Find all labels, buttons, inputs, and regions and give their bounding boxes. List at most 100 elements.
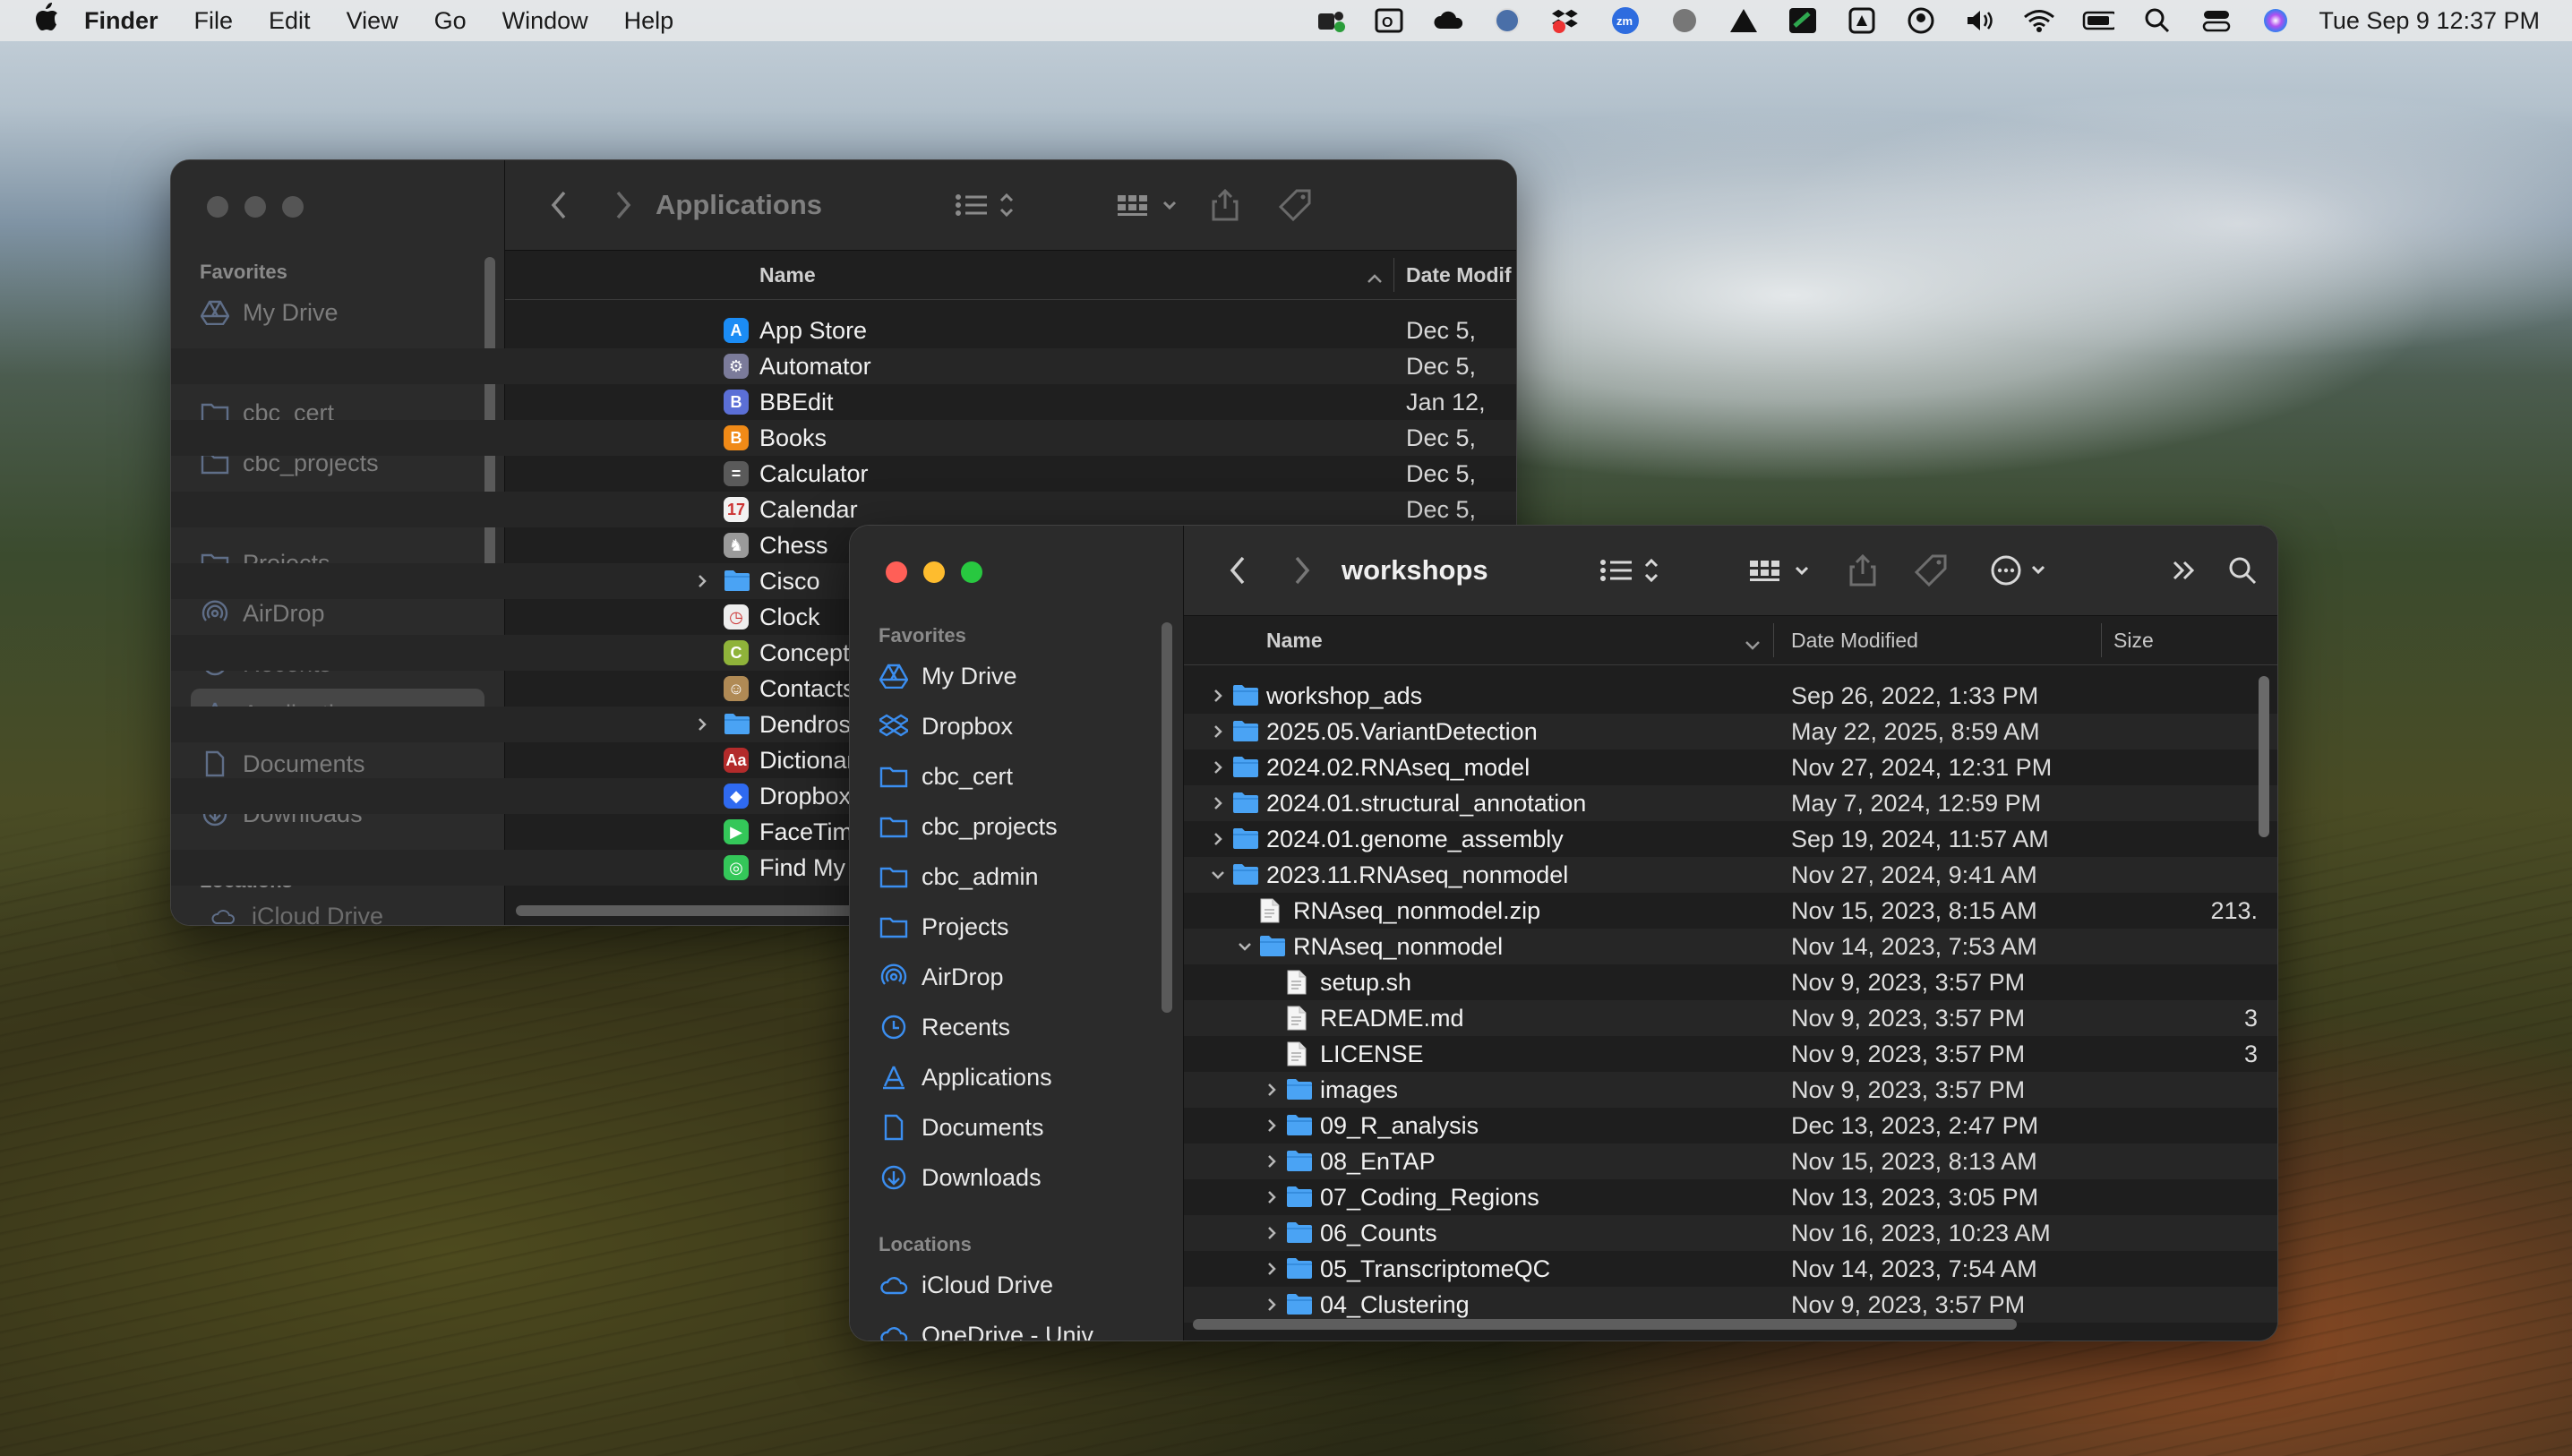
column-name[interactable]: Name [759, 263, 816, 287]
table-row[interactable]: workshop_ads Sep 26, 2022, 1:33 PM [1184, 678, 2277, 714]
chevron-right-icon[interactable] [1207, 828, 1229, 850]
table-row[interactable]: 17 Calendar Dec 5, [171, 492, 1516, 527]
share-icon[interactable] [1845, 552, 1881, 588]
chevron-right-icon[interactable] [1261, 1222, 1282, 1244]
disclosure-chevron-icon[interactable] [691, 714, 713, 735]
list-view-button[interactable] [953, 187, 1021, 223]
tag-icon[interactable] [1277, 187, 1313, 223]
sidebar-item-onedrive-univ[interactable]: OneDrive - Univ [870, 1310, 1163, 1340]
siri-icon[interactable] [2259, 7, 2292, 34]
chevron-right-icon[interactable] [1261, 1079, 1282, 1101]
list-view-button[interactable] [1598, 552, 1666, 588]
wifi-icon[interactable] [2023, 7, 2055, 34]
volume-icon[interactable] [1964, 7, 1996, 34]
sidebar-item-documents[interactable]: Documents [870, 1102, 1163, 1152]
chevron-right-icon[interactable] [1261, 1258, 1282, 1280]
sidebar-item-cbc-admin[interactable]: cbc_admin [870, 852, 1163, 902]
table-row[interactable]: 04_Clustering Nov 9, 2023, 3:57 PM [1184, 1287, 2277, 1323]
close-button[interactable] [886, 561, 907, 583]
sidebar-item-airdrop[interactable]: AirDrop [870, 952, 1163, 1002]
vertical-scrollbar[interactable] [2259, 676, 2269, 837]
group-button[interactable] [1114, 187, 1182, 223]
control-center-icon[interactable] [2200, 7, 2233, 34]
table-row[interactable]: 2023.11.RNAseq_nonmodel Nov 27, 2024, 9:4… [1184, 857, 2277, 893]
zoom-button[interactable] [282, 196, 304, 218]
menu-window[interactable]: Window [484, 7, 606, 35]
table-row[interactable]: images Nov 9, 2023, 3:57 PM [1184, 1072, 2277, 1108]
close-button[interactable] [207, 196, 228, 218]
table-row[interactable]: README.md Nov 9, 2023, 3:57 PM 3 [1184, 1000, 2277, 1036]
app-icon[interactable] [1787, 7, 1819, 34]
table-row[interactable]: 06_Counts Nov 16, 2023, 10:23 AM [1184, 1215, 2277, 1251]
table-row[interactable]: = Calculator Dec 5, [171, 456, 1516, 492]
table-row[interactable]: RNAseq_nonmodel.zip Nov 15, 2023, 8:15 AM… [1184, 893, 2277, 929]
chevron-right-icon[interactable] [1207, 721, 1229, 742]
table-row[interactable]: 2024.01.structural_annotation May 7, 2024… [1184, 785, 2277, 821]
sidebar-item-my-drive[interactable]: My Drive [870, 651, 1163, 701]
sidebar-item-cbc-projects[interactable]: cbc_projects [870, 801, 1163, 852]
spotlight-icon[interactable] [2141, 7, 2173, 34]
back-button[interactable] [1220, 552, 1256, 588]
table-row[interactable]: 2025.05.VariantDetection May 22, 2025, 8:… [1184, 714, 2277, 749]
chevron-right-icon[interactable] [1261, 1186, 1282, 1208]
chevron-right-icon[interactable] [1207, 685, 1229, 707]
sidebar-item-recents[interactable]: Recents [870, 1002, 1163, 1052]
column-date-modified[interactable]: Date Modified [1791, 629, 1918, 653]
dropbox-icon[interactable] [1550, 7, 1582, 34]
table-row[interactable]: RNAseq_nonmodel Nov 14, 2023, 7:53 AM [1184, 929, 2277, 964]
minimize-button[interactable] [923, 561, 945, 583]
finder-window-workshops[interactable]: Favorites My Drive Dropbox cbc_cert cbc_pro… [849, 525, 2278, 1341]
globe-vpn-icon[interactable] [1491, 7, 1523, 34]
sidebar-item-icloud-drive[interactable]: iCloud Drive [200, 898, 383, 925]
table-row[interactable]: 2024.02.RNAseq_model Nov 27, 2024, 12:31 … [1184, 749, 2277, 785]
forward-button[interactable] [1284, 552, 1320, 588]
action-menu-icon[interactable] [1990, 552, 2062, 588]
horizontal-scrollbar[interactable] [1193, 1319, 2017, 1330]
google-drive-icon[interactable] [1728, 7, 1760, 34]
apple-menu-icon[interactable] [27, 3, 66, 39]
sort-chevron-up-icon[interactable] [1367, 265, 1383, 289]
search-icon[interactable] [2225, 552, 2260, 588]
zoom-button[interactable] [961, 561, 982, 583]
chevron-right-icon[interactable] [1261, 1151, 1282, 1172]
screen-recorder-icon[interactable] [1846, 7, 1878, 34]
more-toolbar-icon[interactable] [2165, 552, 2201, 588]
outlook-icon[interactable]: O [1373, 7, 1405, 34]
column-name[interactable]: Name [1266, 629, 1323, 653]
teams-icon[interactable] [1314, 7, 1346, 34]
disclosure-chevron-icon[interactable] [691, 570, 713, 592]
chevron-down-icon[interactable] [1207, 864, 1229, 886]
menu-help[interactable]: Help [606, 7, 692, 35]
table-row[interactable]: 07_Coding_Regions Nov 13, 2023, 3:05 PM [1184, 1179, 2277, 1215]
group-button[interactable] [1746, 552, 1814, 588]
back-button[interactable] [541, 187, 577, 223]
sort-chevron-down-icon[interactable] [1745, 632, 1761, 656]
table-row[interactable]: A App Store Dec 5, [171, 313, 1516, 348]
minimize-button[interactable] [244, 196, 266, 218]
zoom-icon[interactable]: zm [1609, 7, 1642, 34]
cloud-icon[interactable] [1432, 7, 1464, 34]
chevron-right-icon[interactable] [1207, 792, 1229, 814]
menu-edit[interactable]: Edit [251, 7, 329, 35]
sidebar-item-icloud-drive[interactable]: iCloud Drive [870, 1260, 1163, 1310]
menu-view[interactable]: View [329, 7, 416, 35]
forward-button[interactable] [605, 187, 641, 223]
chevron-right-icon[interactable] [1261, 1294, 1282, 1315]
share-icon[interactable] [1207, 187, 1243, 223]
sidebar-item-cbc-cert[interactable]: cbc_cert [870, 751, 1163, 801]
chevron-down-icon[interactable] [1234, 936, 1256, 957]
sidebar-item-applications[interactable]: Applications [870, 1052, 1163, 1102]
menu-app-name[interactable]: Finder [66, 7, 176, 35]
network-icon[interactable] [1668, 7, 1701, 34]
chevron-right-icon[interactable] [1261, 1115, 1282, 1136]
sidebar-item-projects[interactable]: Projects [870, 902, 1163, 952]
battery-icon[interactable] [2082, 7, 2115, 34]
table-row[interactable]: setup.sh Nov 9, 2023, 3:57 PM [1184, 964, 2277, 1000]
table-row[interactable]: LICENSE Nov 9, 2023, 3:57 PM 3 [1184, 1036, 2277, 1072]
sidebar-item-downloads[interactable]: Downloads [870, 1152, 1163, 1203]
table-row[interactable]: 09_R_analysis Dec 13, 2023, 2:47 PM [1184, 1108, 2277, 1143]
menu-go[interactable]: Go [416, 7, 484, 35]
menu-file[interactable]: File [176, 7, 252, 35]
chevron-right-icon[interactable] [1207, 757, 1229, 778]
user-icon[interactable] [1905, 7, 1937, 34]
